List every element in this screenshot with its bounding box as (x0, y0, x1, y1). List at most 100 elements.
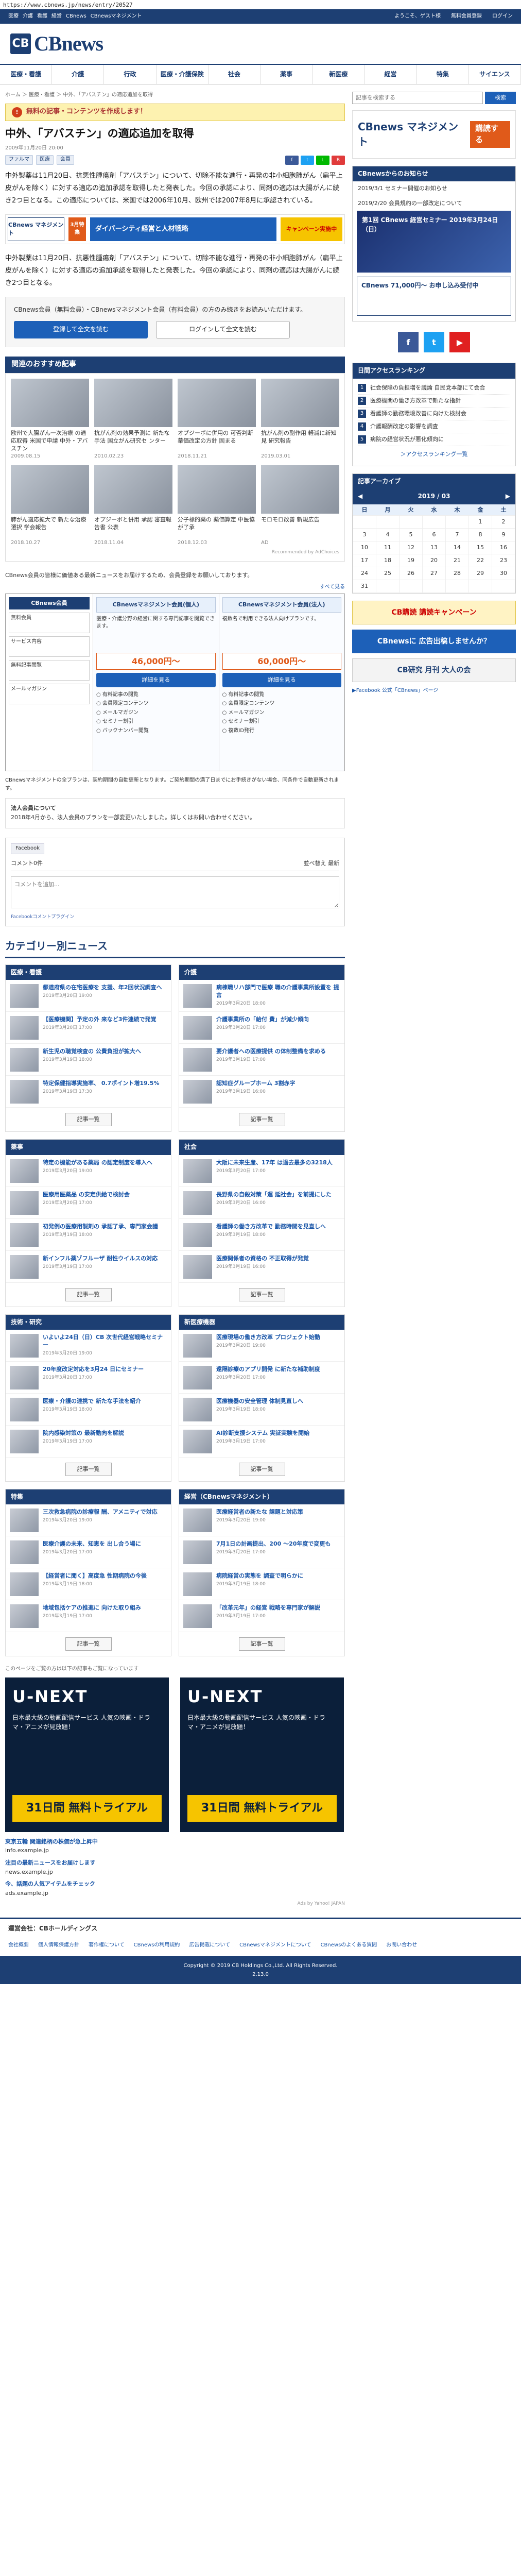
category-news-item[interactable]: 新生児の聴覚検査の 公費負担が拡大へ 2019年3月19日 18:00 (6, 1044, 171, 1076)
facebook-icon[interactable]: f (398, 332, 419, 353)
sidebar-banner[interactable]: CB研究 月刊 大人の会 (352, 658, 516, 683)
ranking-item[interactable]: 4 介護報酬改定の影響を調査 (358, 420, 510, 433)
category-news-item[interactable]: 初発例の医療用製剤の 承認了承、専門家会議 2019年3月19日 18:00 (6, 1219, 171, 1251)
calendar-day[interactable]: 9 (492, 528, 515, 542)
sidebar-banner[interactable]: CB購読 講読キャンペーン (352, 601, 516, 625)
calendar-day[interactable]: 30 (492, 567, 515, 581)
footer-link[interactable]: 個人情報保護方針 (38, 1942, 79, 1950)
calendar-day[interactable]: 12 (399, 541, 423, 555)
text-ad[interactable]: 東京五輪 関連銘柄の株価が急上昇中 info.example.jp (5, 1837, 345, 1855)
footer-link[interactable]: CBnewsのよくある質問 (321, 1942, 377, 1950)
calendar-day[interactable]: 10 (353, 541, 376, 555)
calendar-day[interactable]: 3 (353, 528, 376, 542)
footer-link[interactable]: 会社概要 (8, 1942, 29, 1950)
category-news-item[interactable]: 医療関係者の資格の 不正取得が発覚 2019年3月19日 16:00 (179, 1251, 344, 1283)
calendar-day[interactable]: 5 (399, 528, 423, 542)
calendar-day[interactable]: 19 (399, 554, 423, 568)
calendar-day[interactable]: 23 (492, 554, 515, 568)
text-ad[interactable]: 注目の最新ニュースをお届けします news.example.jp (5, 1858, 345, 1876)
footer-link[interactable]: 著作権について (89, 1942, 125, 1950)
recommended-item[interactable]: 欧州で大腸がん一次治療 の適応取得 米国で申請 中外・アバスチン 2009.08.… (11, 378, 89, 461)
twitter-icon[interactable]: t (424, 332, 444, 353)
footer-link[interactable]: お問い合わせ (386, 1942, 417, 1950)
nav-item[interactable]: 特集 (417, 65, 469, 84)
category-news-item[interactable]: 介護事業所の「給付 費」が減少傾向 2019年3月20日 17:00 (179, 1012, 344, 1044)
twitter-share-icon[interactable]: t (301, 155, 314, 165)
calendar-day[interactable]: 20 (422, 554, 446, 568)
topbar-link[interactable]: CBnews (66, 13, 86, 21)
recommended-item[interactable]: 抗がん剤の副作用 軽減に新知見 研究報告 2019.03.01 (261, 378, 339, 461)
category-news-item[interactable]: 看護師の働き方改革で 勤務時間を見直しへ 2019年3月19日 18:00 (179, 1219, 344, 1251)
ranking-item[interactable]: 3 看護師の勤務環境改善に向けた検討会 (358, 408, 510, 420)
facebook-tab[interactable]: Facebook (11, 843, 44, 854)
calendar-day[interactable]: 31 (353, 580, 376, 594)
ranking-item[interactable]: 1 社会保障の負担増を議論 自民党本部にて会合 (358, 382, 510, 395)
tag[interactable]: 会員 (57, 155, 74, 165)
category-news-item[interactable]: 【医療機関】予定の外 来など3件連続で発覚 2019年3月20日 17:00 (6, 1012, 171, 1044)
subscription-ad[interactable]: CBnews 71,000円〜 お申し込み受付中 (357, 277, 511, 316)
calendar-day[interactable]: 25 (376, 567, 400, 581)
nav-item[interactable]: 行政 (104, 65, 157, 84)
footer-link[interactable]: CBnewsマネジメントについて (239, 1942, 311, 1950)
category-news-item[interactable]: 遠隔診療のアプリ開発 に新たな補助制度 2019年3月20日 17:00 (179, 1362, 344, 1394)
promo-alert[interactable]: ! 無料の記事・コンテンツを作成します！ (5, 103, 345, 121)
nav-item[interactable]: 医療・看護 (0, 65, 53, 84)
recommended-item[interactable]: オプジーボに併用の 可否判断 薬価改定の方針 固まる 2018.11.21 (178, 378, 256, 461)
recommended-item[interactable]: オプジーボと併用 承認 審査報告書 公表 2018.11.04 (94, 465, 172, 547)
category-news-item[interactable]: 医療現場の働き方改革 プロジェクト始動 2019年3月20日 19:00 (179, 1330, 344, 1362)
calendar-day[interactable]: 17 (353, 554, 376, 568)
more-button[interactable]: 記事一覧 (238, 1637, 285, 1651)
calendar-day[interactable]: 13 (422, 541, 446, 555)
topbar-link[interactable]: CBnewsマネジメント (91, 13, 142, 21)
calendar-day[interactable]: 18 (376, 554, 400, 568)
calendar-day[interactable]: 7 (445, 528, 469, 542)
more-button[interactable]: 記事一覧 (238, 1113, 285, 1127)
calendar-day[interactable]: 27 (422, 567, 446, 581)
topbar-link[interactable]: 経営 (51, 13, 62, 21)
info-item[interactable]: 2019/3/1 セミナー開催のお知らせ (353, 181, 515, 196)
search-button[interactable]: 検索 (485, 92, 516, 104)
calendar-day[interactable]: 26 (399, 567, 423, 581)
tag[interactable]: 医療 (36, 155, 54, 165)
calendar-day[interactable]: 11 (376, 541, 400, 555)
category-news-item[interactable]: 都道府県の在宅医療を 支援、年2回状況調査へ 2019年3月20日 19:00 (6, 980, 171, 1012)
category-news-item[interactable]: 特定の機能がある薬局 の認定制度を導入へ 2019年3月20日 19:00 (6, 1155, 171, 1187)
category-news-item[interactable]: 医療機器の安全管理 体制見直しへ 2019年3月19日 18:00 (179, 1394, 344, 1426)
more-button[interactable]: 記事一覧 (65, 1463, 112, 1476)
calendar-day[interactable]: 29 (468, 567, 492, 581)
line-share-icon[interactable]: L (316, 155, 329, 165)
recommended-item[interactable]: 分子標的薬の 薬価算定 中医協が了承 2018.12.03 (178, 465, 256, 547)
category-news-item[interactable]: 長野県の自殺対策「遅 延社会」を前提にした 2019年3月20日 16:00 (179, 1187, 344, 1219)
calendar-day[interactable]: 21 (445, 554, 469, 568)
topbar-link[interactable]: 医療 (8, 13, 19, 21)
sidebar-banner[interactable]: CBnewsに 広告出稿しませんか？ (352, 630, 516, 654)
recommended-item[interactable]: 肺がん適応拡大で 新たな治療選択 学会報告 2018.10.27 (11, 465, 89, 547)
more-button[interactable]: 記事一覧 (65, 1113, 112, 1127)
ranking-item[interactable]: 2 医療機関の働き方改革で新たな指針 (358, 395, 510, 408)
inline-ad-banner[interactable]: CBnews マネジメント 3月特集 ダイバーシティ経営と人材戦略 キャンペーン… (5, 214, 345, 244)
recommended-item[interactable]: 抗がん剤の効果予測に 新たな手法 国立がん研究セ ンター 2010.02.23 (94, 378, 172, 461)
category-news-item[interactable]: 大阪に未来生産、17年 は過去最多の3218人 2019年3月20日 17:00 (179, 1155, 344, 1187)
more-button[interactable]: 記事一覧 (65, 1287, 112, 1301)
category-news-item[interactable]: 地域包括ケアの推進に 向けた取り組み 2019年3月19日 17:00 (6, 1600, 171, 1633)
next-month-icon[interactable]: ▶ (506, 492, 510, 501)
calendar-day[interactable]: 28 (445, 567, 469, 581)
category-news-item[interactable]: 【経営者に聞く】高度急 性期病院の今後 2019年3月19日 18:00 (6, 1568, 171, 1601)
url-bar[interactable]: https://www.cbnews.jp/news/entry/20527 (0, 0, 521, 9)
footer-link[interactable]: CBnewsの利用規約 (134, 1942, 180, 1950)
category-news-item[interactable]: 三次救急病院の診療報 酬、アメニティで対応 2019年3月20日 19:00 (6, 1504, 171, 1537)
search-input[interactable] (352, 92, 483, 104)
plan-detail-button[interactable]: 詳細を見る (96, 672, 216, 687)
footer-link[interactable]: 広告掲載について (189, 1942, 230, 1950)
prev-month-icon[interactable]: ◀ (358, 492, 362, 501)
nav-item[interactable]: 社会 (209, 65, 261, 84)
calendar-day[interactable]: 1 (468, 515, 492, 529)
topbar-link[interactable]: 看護 (37, 13, 47, 21)
category-news-item[interactable]: 病棟職リハ部門で医療 職の介護事業所設置を 提言 2019年3月20日 18:00 (179, 980, 344, 1012)
category-news-item[interactable]: 20年度改定対応を3月24 日にセミナー 2019年3月20日 17:00 (6, 1362, 171, 1394)
nav-item[interactable]: 新医療 (312, 65, 365, 84)
calendar-day[interactable]: 24 (353, 567, 376, 581)
category-news-item[interactable]: 院内感染対策の 最新動向を解説 2019年3月19日 17:00 (6, 1426, 171, 1458)
account-link[interactable]: ログイン (492, 13, 513, 21)
bookmark-share-icon[interactable]: B (332, 155, 345, 165)
